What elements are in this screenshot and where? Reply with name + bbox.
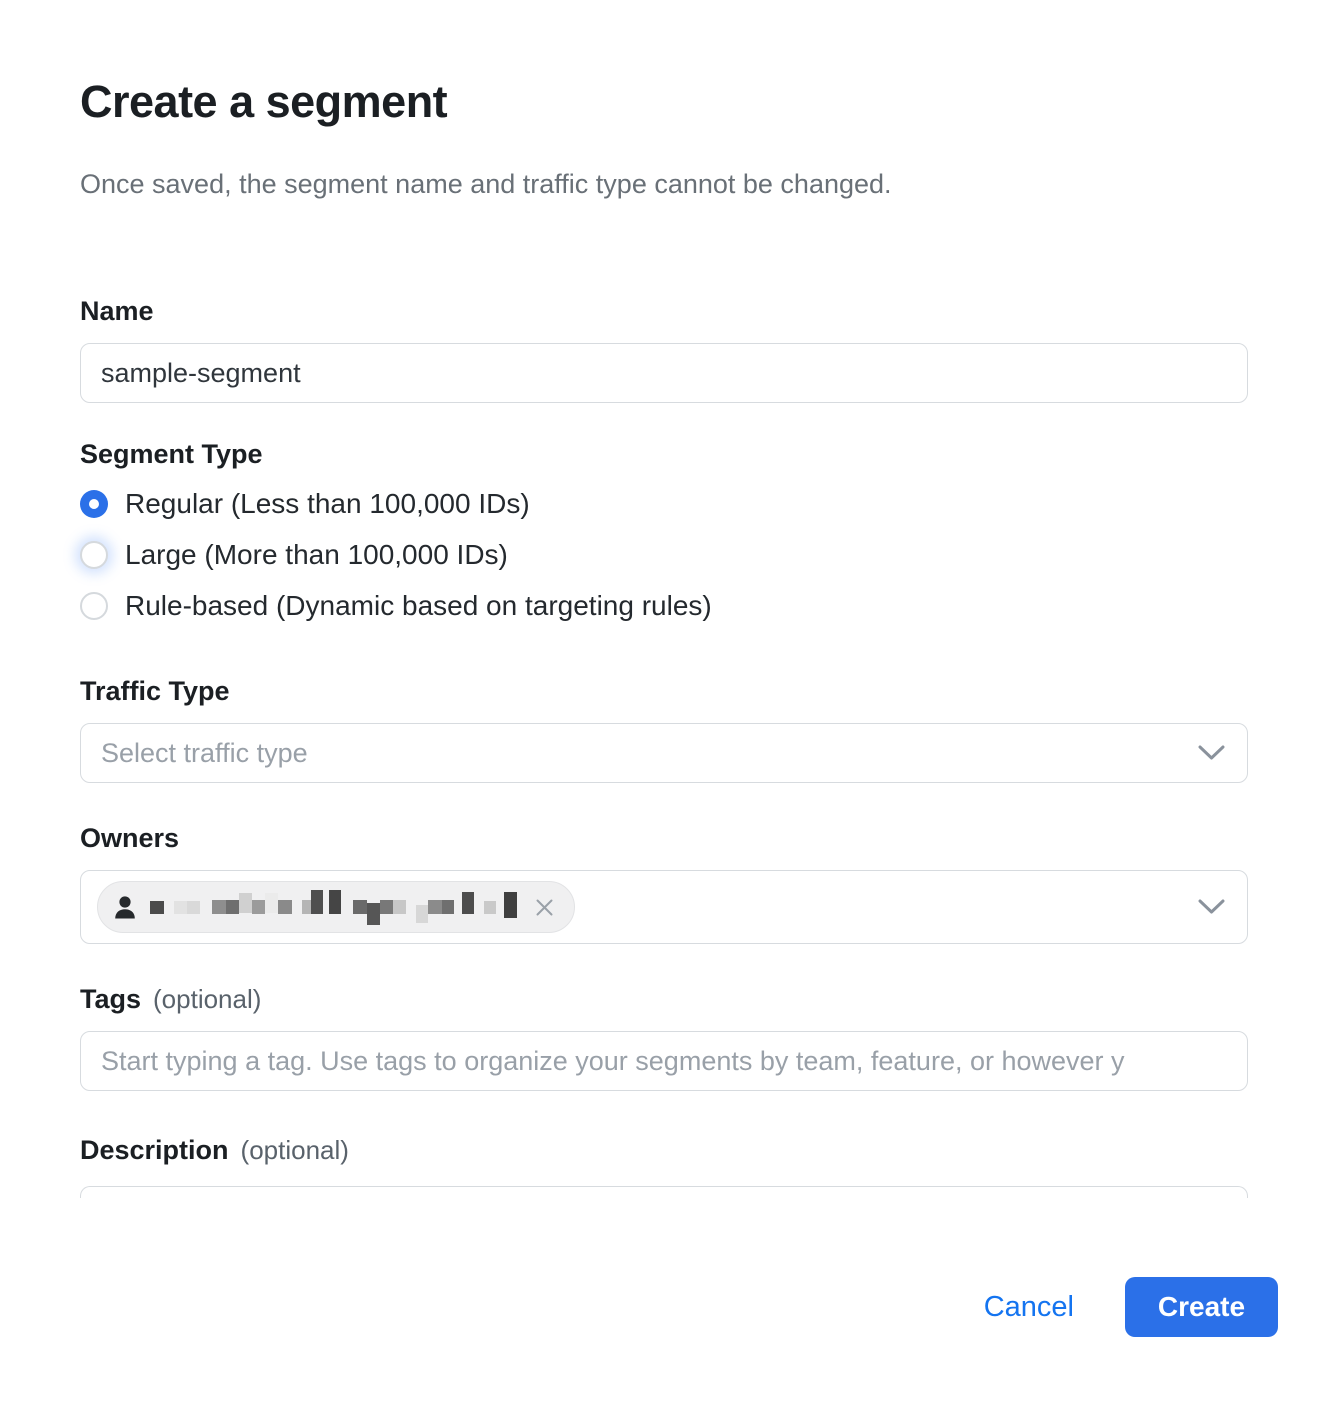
- owners-select[interactable]: [80, 870, 1248, 944]
- traffic-type-label: Traffic Type: [80, 676, 1248, 707]
- name-input[interactable]: [80, 343, 1248, 403]
- segment-type-label: Segment Type: [80, 439, 1248, 470]
- radio-option-rule-based[interactable]: Rule-based (Dynamic based on targeting r…: [80, 592, 1248, 620]
- owner-chip: [97, 881, 575, 933]
- redacted-owner-text: [150, 892, 517, 922]
- create-button[interactable]: Create: [1125, 1277, 1278, 1337]
- description-label: Description (optional): [80, 1135, 1248, 1166]
- person-icon: [112, 894, 138, 921]
- dialog-footer: Cancel Create: [0, 1277, 1328, 1337]
- radio-option-label: Regular (Less than 100,000 IDs): [125, 488, 530, 520]
- segment-type-radio-group: Regular (Less than 100,000 IDs) Large (M…: [80, 490, 1248, 620]
- page-title: Create a segment: [80, 76, 1248, 128]
- radio-button-icon[interactable]: [80, 490, 108, 518]
- name-label: Name: [80, 296, 1248, 327]
- radio-option-label: Rule-based (Dynamic based on targeting r…: [125, 590, 712, 622]
- cancel-button[interactable]: Cancel: [978, 1290, 1080, 1325]
- description-optional-suffix: (optional): [241, 1135, 349, 1166]
- radio-button-icon[interactable]: [80, 541, 108, 569]
- radio-option-label: Large (More than 100,000 IDs): [125, 539, 508, 571]
- radio-option-regular[interactable]: Regular (Less than 100,000 IDs): [80, 490, 1248, 518]
- tags-label: Tags (optional): [80, 984, 1248, 1015]
- chevron-down-icon: [1198, 745, 1225, 762]
- tags-input[interactable]: [80, 1031, 1248, 1091]
- description-input[interactable]: [80, 1186, 1248, 1198]
- traffic-type-select[interactable]: Select traffic type: [80, 723, 1248, 783]
- radio-button-icon[interactable]: [80, 592, 108, 620]
- radio-option-large[interactable]: Large (More than 100,000 IDs): [80, 541, 1248, 569]
- chevron-down-icon: [1198, 899, 1225, 916]
- dialog-subtitle: Once saved, the segment name and traffic…: [80, 168, 1248, 200]
- tags-optional-suffix: (optional): [153, 984, 261, 1015]
- close-icon[interactable]: [533, 896, 556, 919]
- traffic-type-placeholder: Select traffic type: [101, 738, 308, 769]
- create-segment-dialog: Create a segment Once saved, the segment…: [0, 0, 1328, 1198]
- owners-label: Owners: [80, 823, 1248, 854]
